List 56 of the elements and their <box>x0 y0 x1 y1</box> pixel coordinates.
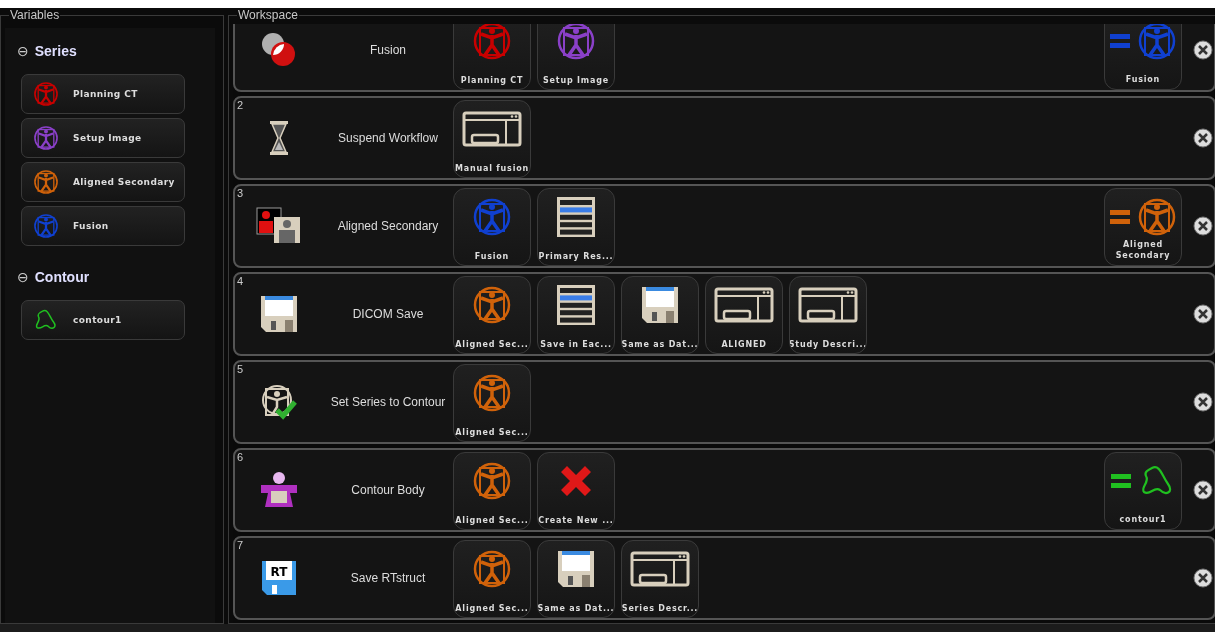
collapse-toggle[interactable]: ⊖ <box>17 43 29 59</box>
input-tile[interactable]: ALIGNED <box>705 276 783 354</box>
input-tile[interactable]: Primary Res... <box>537 188 615 266</box>
input-tile[interactable]: Series Descr... <box>621 540 699 618</box>
list-icon <box>556 284 596 326</box>
step-number: 2 <box>237 99 244 111</box>
step-title: Aligned Secondary <box>336 218 440 235</box>
input-tile[interactable]: Aligned Sec... <box>453 540 531 618</box>
section-title: Series <box>34 43 77 59</box>
body-figure-icon <box>259 471 299 509</box>
input-tile[interactable]: Aligned Sec... <box>453 364 531 442</box>
step-number: 4 <box>237 275 244 287</box>
window-icon <box>630 551 690 587</box>
panel-title: Workspace <box>237 8 299 22</box>
variable-item[interactable]: contour1 <box>21 300 185 340</box>
step-title: Set Series to Contour <box>329 394 447 411</box>
step-title: Suspend Workflow <box>337 130 439 147</box>
step-number: 5 <box>237 363 244 375</box>
vitruvian-figure-icon <box>1137 197 1177 237</box>
step-number: 6 <box>237 451 244 463</box>
output-tile[interactable]: Fusion <box>1104 24 1182 90</box>
variable-item[interactable]: Setup Image <box>21 118 185 158</box>
hourglass-icon <box>269 120 289 156</box>
step-number: 3 <box>237 187 244 199</box>
input-tile[interactable]: Save in Eac... <box>537 276 615 354</box>
input-tile[interactable]: Study Descri... <box>789 276 867 354</box>
input-tile[interactable]: Fusion <box>453 188 531 266</box>
input-tile[interactable]: Manual fusion <box>453 100 531 178</box>
vitruvian-figure-icon <box>1137 24 1177 61</box>
step-title: DICOM Save <box>351 306 425 323</box>
icon-label: RT <box>270 565 288 579</box>
input-tile[interactable]: Planning CT <box>453 24 531 90</box>
collapse-toggle[interactable]: ⊖ <box>17 269 29 285</box>
step-title: Fusion <box>369 42 407 59</box>
figure-check-icon <box>261 384 297 420</box>
panel-title: Variables <box>9 8 61 22</box>
person-cards-icon <box>256 207 302 245</box>
list-icon <box>556 196 596 238</box>
step-title: Save RTstruct <box>349 570 427 587</box>
variable-item[interactable]: Fusion <box>21 206 185 246</box>
input-tile[interactable]: Same as Dat... <box>621 276 699 354</box>
window-icon <box>714 287 774 323</box>
window-icon <box>462 111 522 147</box>
input-tile[interactable]: Aligned Sec... <box>453 276 531 354</box>
variable-item[interactable]: Aligned Secondary <box>21 162 185 202</box>
output-tile[interactable]: Aligned Secondary <box>1104 188 1182 266</box>
section-title: Contour <box>34 269 90 285</box>
input-tile[interactable]: Same as Dat... <box>537 540 615 618</box>
input-tile[interactable]: Setup Image <box>537 24 615 90</box>
input-tile[interactable]: Create New ... <box>537 452 615 530</box>
step-title: Contour Body <box>350 482 426 499</box>
output-tile[interactable]: contour1 <box>1104 452 1182 530</box>
step-number: 7 <box>237 539 244 551</box>
variable-item[interactable]: Planning CT <box>21 74 185 114</box>
window-icon <box>798 287 858 323</box>
input-tile[interactable]: Aligned Sec... <box>453 452 531 530</box>
